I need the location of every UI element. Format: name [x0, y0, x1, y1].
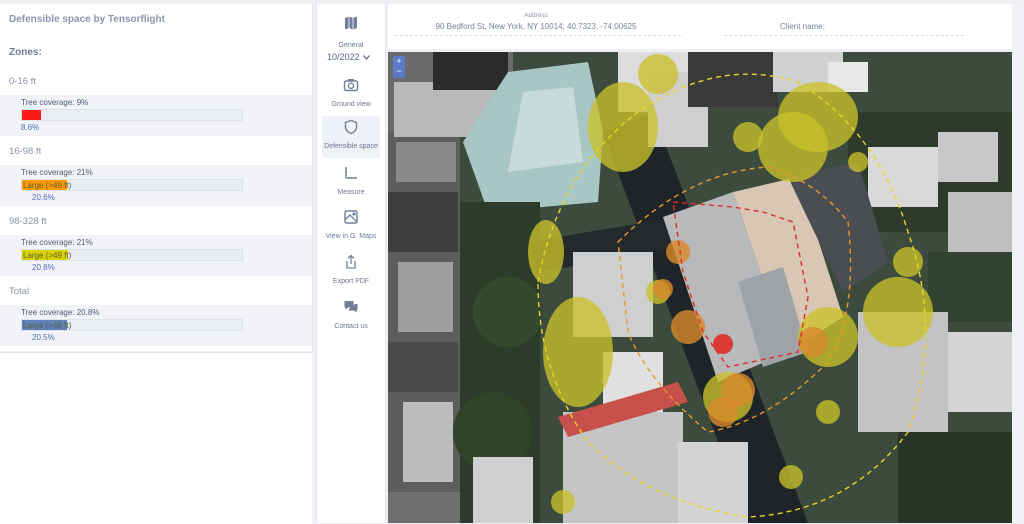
zone-label: Total — [9, 286, 30, 297]
coverage-bar: Large (>49 ft) — [21, 319, 243, 331]
client-name-underline — [724, 35, 964, 36]
zone-row[interactable]: Tree coverage: 21% Large (>49 ft) 20.6% — [0, 165, 312, 206]
page-scrollbar[interactable] — [1012, 4, 1024, 523]
view-gmaps-button[interactable]: View in G. Maps — [322, 206, 380, 248]
coverage-bar-fill — [22, 110, 41, 120]
share-icon — [346, 254, 356, 269]
side-toolbar: General 10/2022 Ground view Defensible s… — [316, 4, 386, 523]
bar-label: Large (>49 ft) — [23, 321, 72, 330]
address-label: Address — [524, 12, 548, 19]
coverage-percent: 20.8% — [32, 263, 55, 272]
coverage-bar — [21, 109, 243, 121]
zone-row[interactable]: Tree coverage: 20.8% Large (>49 ft) 20.5… — [0, 305, 312, 346]
ground-view-label: Ground view — [331, 101, 371, 108]
coverage-text: Tree coverage: 21% — [21, 238, 93, 247]
map-icon — [345, 16, 357, 30]
zoom-control[interactable]: + − — [393, 56, 405, 78]
date-select[interactable]: 10/2022 — [327, 52, 370, 62]
export-pdf-label: Export PDF — [332, 278, 370, 285]
zoom-in-button[interactable]: + — [393, 56, 405, 66]
panel-empty-area — [0, 352, 312, 524]
zoom-out-button[interactable]: − — [393, 66, 405, 76]
ground-view-button[interactable]: Ground view — [322, 74, 380, 116]
camera-icon — [343, 79, 359, 92]
export-pdf-button[interactable]: Export PDF — [322, 251, 380, 293]
zone-row[interactable]: Tree coverage: 21% Large (>49 ft) 20.8% — [0, 235, 312, 276]
contact-us-button[interactable]: Contact us — [322, 296, 380, 338]
date-value: 10/2022 — [327, 52, 360, 62]
general-label: General — [338, 42, 364, 49]
chevron-down-icon — [362, 55, 370, 60]
contact-us-label: Contact us — [334, 323, 368, 330]
address-value[interactable]: 90 Bedford St, New York, NY 10014; 40.73… — [430, 22, 642, 31]
shield-icon — [344, 119, 358, 135]
map-header: Address 90 Bedford St, New York, NY 1001… — [388, 4, 1012, 49]
bar-label: Large (>49 ft) — [23, 181, 72, 190]
coverage-text: Tree coverage: 9% — [21, 98, 89, 107]
zone-label: 98-328 ft — [9, 216, 47, 227]
zones-panel: Defensible space by Tensorflight Zones: … — [0, 4, 313, 351]
zone-label: 16-98 ft — [9, 146, 42, 157]
measure-icon — [345, 167, 357, 179]
coverage-percent: 20.6% — [32, 193, 55, 202]
aerial-imagery — [388, 52, 1012, 523]
coverage-bar: Large (>49 ft) — [21, 249, 243, 261]
zones-title: Zones: — [9, 47, 42, 58]
zone-row[interactable]: Tree coverage: 9% 8.6% — [0, 95, 312, 136]
defensible-space-label: Defensible space — [324, 143, 378, 150]
bar-label: Large (>49 ft) — [23, 251, 72, 260]
chat-icon — [344, 301, 358, 313]
general-button[interactable]: General — [322, 12, 380, 54]
coverage-bar: Large (>49 ft) — [21, 179, 243, 191]
coverage-text: Tree coverage: 20.8% — [21, 308, 100, 317]
defensible-space-button[interactable]: Defensible space — [322, 116, 380, 158]
coverage-percent: 20.5% — [32, 333, 55, 342]
satellite-map[interactable] — [388, 52, 1012, 523]
address-underline — [395, 35, 681, 36]
view-gmaps-label: View in G. Maps — [325, 233, 377, 240]
zone-label: 0-16 ft — [9, 76, 36, 87]
coverage-percent: 8.6% — [21, 123, 40, 132]
measure-button[interactable]: Measure — [322, 162, 380, 204]
client-name-label[interactable]: Client name: — [780, 22, 825, 31]
measure-label: Measure — [337, 189, 365, 196]
gmaps-icon — [344, 210, 358, 224]
coverage-text: Tree coverage: 21% — [21, 168, 93, 177]
app-title: Defensible space by Tensorflight — [9, 14, 165, 25]
